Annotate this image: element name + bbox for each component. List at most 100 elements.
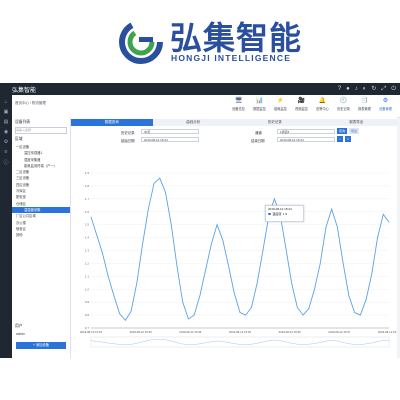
sidebar-item[interactable]: 其他 [12,232,70,238]
bell-rail-icon[interactable]: ◉ [0,129,12,135]
module-label: 视频监控 [295,107,308,111]
refresh-icon[interactable]: ↻ [371,85,376,93]
data-point[interactable] [382,213,384,215]
data-point[interactable] [125,319,126,321]
device-tree: 一区设备 温控传感器1 湿度采集器 能耗监测终端（户一） 二区设备 三区设备 四区设备 冷库区… [12,144,70,238]
line-chart: 1.91.81.71.61.51.41.31.21.11.00.90.80.72… [80,171,397,348]
monitor-icon[interactable]: ▣ [0,109,12,115]
sidebar-footer: 用户 admin [12,322,70,337]
data-point[interactable] [90,216,92,218]
y-tick-label: 1.0 [85,287,90,291]
data-point[interactable] [136,282,138,284]
data-point[interactable] [256,282,258,284]
data-point[interactable] [331,208,333,210]
data-point[interactable] [285,247,287,249]
data-point[interactable] [176,265,178,267]
data-point[interactable] [102,252,103,254]
data-point[interactable] [205,269,206,271]
data-point[interactable] [348,295,350,297]
data-point[interactable] [193,314,195,316]
data-point[interactable] [147,208,149,210]
data-point[interactable] [302,314,304,316]
data-point[interactable] [153,182,155,184]
data-point[interactable] [159,177,161,179]
tooltip-series: 温度值 [272,212,282,216]
zoom-slider[interactable] [90,336,390,348]
module-tab[interactable]: 🖥 设备总控 [228,95,249,117]
list-rail-icon[interactable]: ≡ [0,149,12,155]
data-point[interactable] [113,295,115,297]
data-point[interactable] [233,292,235,294]
data-point[interactable] [342,263,344,264]
data-point[interactable] [188,318,189,320]
brand-name-cn: 弘集智能 [170,19,303,57]
module-icon: 📑 [360,98,369,104]
data-point[interactable] [228,265,229,267]
zoom-slider-preview[interactable] [90,338,390,345]
data-point[interactable] [274,198,275,200]
data-point[interactable] [388,221,390,223]
settings-rail-icon[interactable]: ⚙ [0,139,12,145]
x-tick-label: 2019-08-12 15:38 [378,330,397,334]
data-point[interactable] [251,306,252,308]
add-device-button[interactable]: + 添加设备 [16,342,66,349]
chart-icon[interactable]: ▤ [0,119,12,125]
sound-icon[interactable]: ◐ [363,85,367,93]
x-tick-label: 2019-08-12 15:34 [80,330,103,334]
data-point[interactable] [222,239,224,241]
module-tab[interactable]: 📑 报表管理 [354,95,375,117]
module-icon: ⚙ [382,98,389,104]
data-point[interactable] [199,295,201,297]
module-label: 能耗监控 [274,107,287,111]
data-point[interactable] [314,288,315,290]
data-point[interactable] [239,312,241,313]
module-tab[interactable]: 📊 数据监控 [249,95,270,117]
data-point[interactable] [296,306,298,308]
module-tab[interactable]: 🎥 视频监控 [291,95,312,117]
power-icon[interactable]: ⏻ [391,85,396,93]
data-point[interactable] [96,234,98,236]
data-point[interactable] [319,263,321,264]
data-point[interactable] [245,314,247,316]
home-icon[interactable]: ⌂ [0,99,12,105]
data-point[interactable] [107,275,109,277]
module-label: 告警中心 [316,107,329,111]
data-point[interactable] [165,192,166,193]
data-point[interactable] [325,226,327,228]
data-point[interactable] [377,237,378,238]
data-point[interactable] [365,299,367,300]
module-tab[interactable]: 🔔 告警中心 [312,95,333,117]
data-point[interactable] [210,243,212,245]
module-tab[interactable]: ⚙ 设备管理 [375,95,396,117]
data-point[interactable] [182,301,184,303]
data-point[interactable] [170,224,172,226]
fullscreen-icon[interactable]: ⤢ [381,85,386,93]
data-point[interactable] [337,226,338,228]
topbar-icons: ? ● ♪ ◐ ↻ ⤢ ⏻ [338,85,396,93]
data-point[interactable] [142,243,143,245]
module-label: 报表管理 [358,107,371,111]
sidebar-header: 设备列表 [15,120,31,124]
x-tick-label: 2019-08-12 15:35 [229,330,252,334]
data-point[interactable] [371,273,373,275]
help-icon[interactable]: ? [338,85,341,93]
module-tab[interactable]: ⚡ 能耗监控 [270,95,291,117]
module-label: 历史记录 [337,107,350,111]
hongji-logo-icon [119,20,163,64]
bell-icon[interactable]: ♪ [355,85,358,93]
module-tab[interactable]: 🕘 历史记录 [333,95,354,117]
data-point[interactable] [354,312,355,313]
user-icon[interactable]: ● [346,85,350,93]
data-point[interactable] [359,314,361,316]
chart-tooltip: 2019-08-12 15:24 温度值: 1.5 [265,205,304,222]
sidebar-search-input[interactable]: 请输入名称 [15,127,67,134]
y-tick-label: 0.8 [85,313,90,317]
data-point[interactable] [119,313,121,315]
info-rail-icon[interactable]: ⓘ [0,159,12,166]
data-point[interactable] [130,310,132,312]
module-bar: 首页中心 / 物流管理 🖥 设备总控 📊 数据监控 ⚡ 能耗监控 🎥 视频监控 🔔 告警中心 🕘 历史… [12,95,400,118]
data-point[interactable] [262,250,264,251]
data-point[interactable] [216,224,218,226]
data-point[interactable] [291,282,292,284]
data-point[interactable] [308,308,310,309]
